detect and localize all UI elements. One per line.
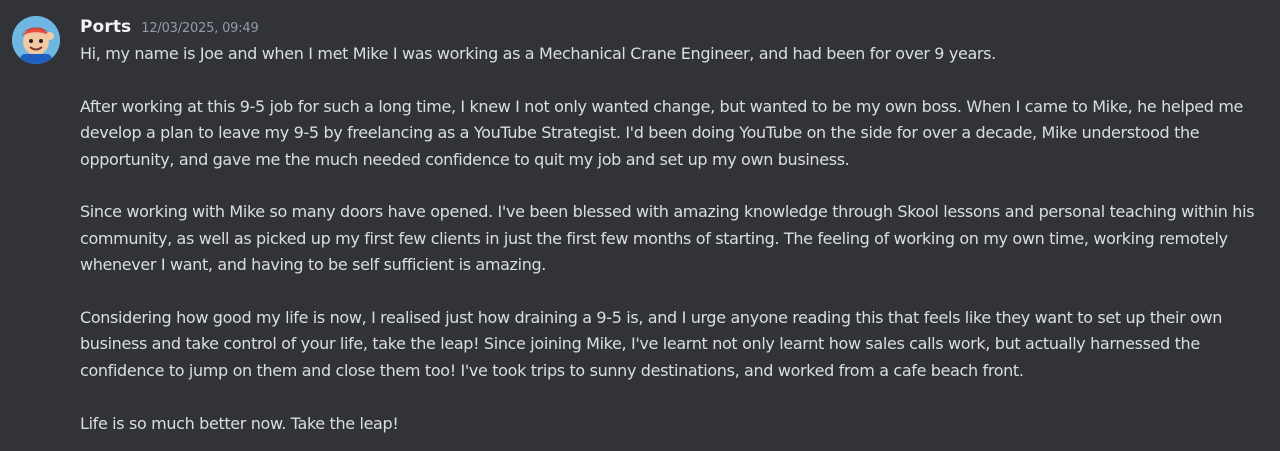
message-header: Ports 12/03/2025, 09:49 <box>80 17 259 43</box>
cartoon-avatar-icon <box>12 16 60 64</box>
message-paragraph: Considering how good my life is now, I r… <box>80 308 1223 380</box>
message-paragraph: Since working with Mike so many doors ha… <box>80 202 1255 275</box>
message-content: Hi, my name is Joe and when I met Mike I… <box>80 41 1265 437</box>
message-paragraph: Hi, my name is Joe and when I met Mike I… <box>80 44 996 63</box>
timestamp[interactable]: 12/03/2025, 09:49 <box>141 21 258 36</box>
message-paragraph: After working at this 9-5 job for such a… <box>80 96 1244 169</box>
username[interactable]: Ports <box>80 17 131 37</box>
chat-message: Ports 12/03/2025, 09:49 Hi, my name is J… <box>0 0 1280 451</box>
message-paragraph: Life is so much better now. Take the lea… <box>80 413 399 433</box>
user-avatar[interactable] <box>12 16 60 64</box>
